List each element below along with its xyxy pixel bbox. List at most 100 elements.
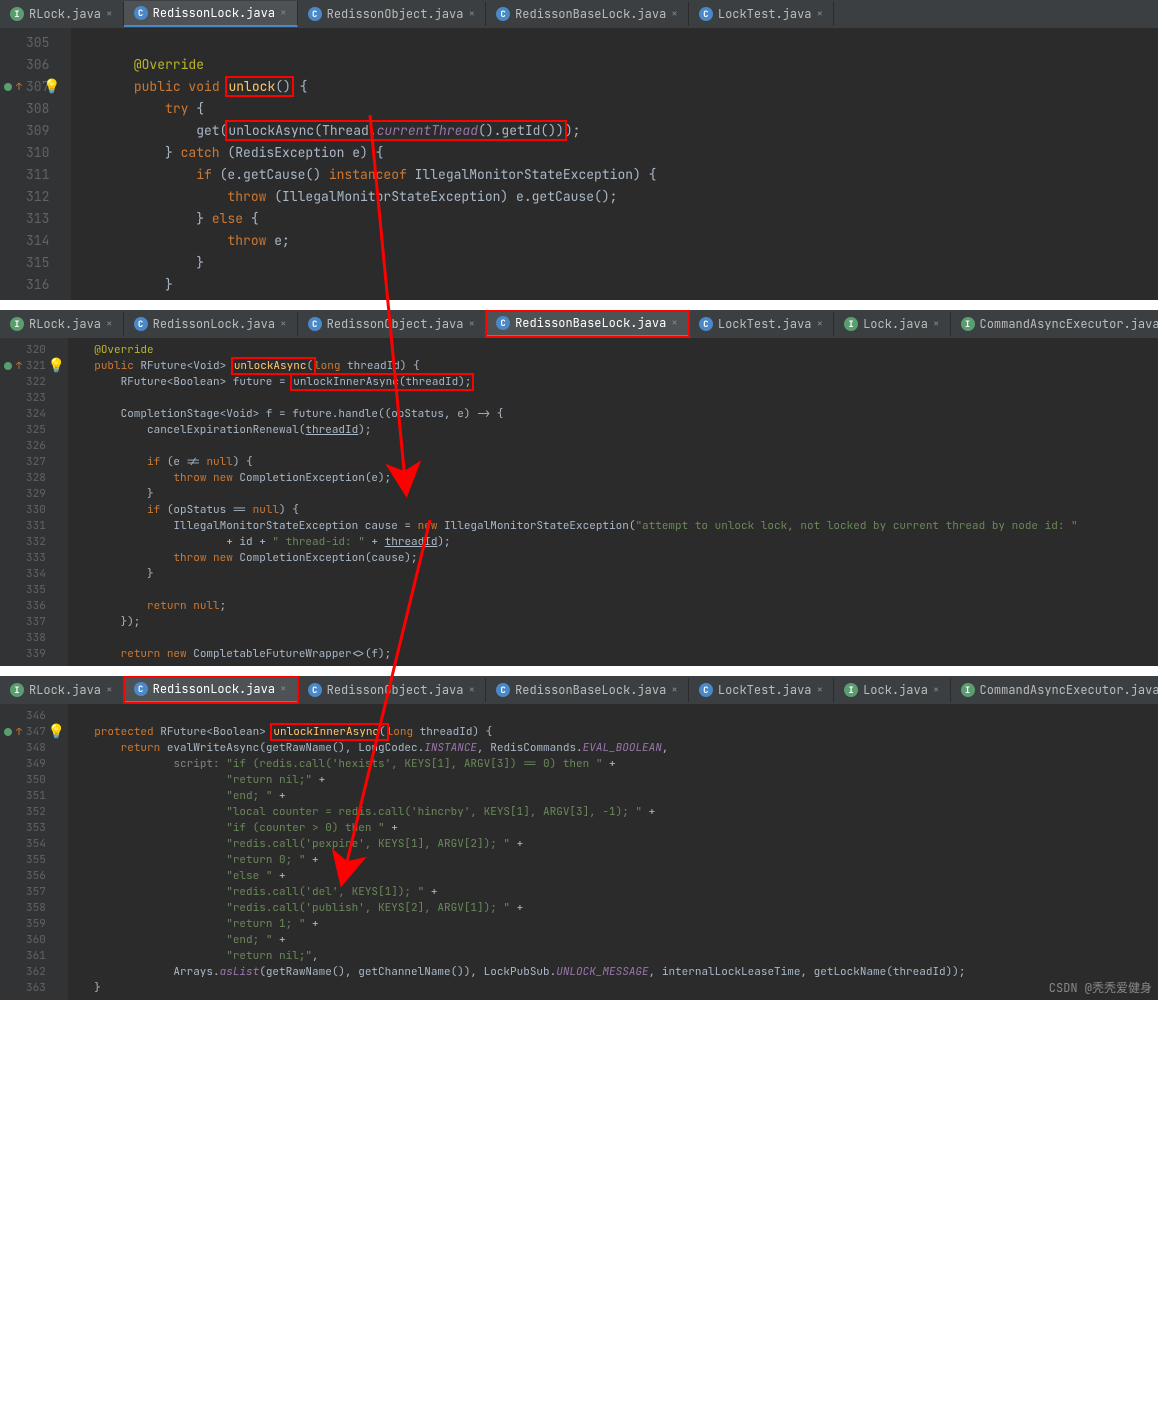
close-icon[interactable]: × bbox=[106, 683, 113, 697]
editor[interactable]: 305306↑307308309310311312313314315316 @O… bbox=[0, 28, 1158, 300]
code-line[interactable]: "return nil;", bbox=[68, 948, 1158, 964]
code-line[interactable]: "end; " + bbox=[68, 932, 1158, 948]
tab-redissonlock-java[interactable]: CRedissonLock.java× bbox=[124, 1, 298, 27]
close-icon[interactable]: × bbox=[933, 317, 940, 331]
code-line[interactable]: "return 0; " + bbox=[68, 852, 1158, 868]
code-area[interactable]: @Override💡 public void unlock() { try { … bbox=[71, 28, 1158, 300]
code-line[interactable]: } bbox=[68, 980, 1158, 996]
code-line[interactable]: "else " + bbox=[68, 868, 1158, 884]
code-line[interactable]: cancelExpirationRenewal(threadId); bbox=[68, 422, 1158, 438]
line-number: 360 bbox=[4, 932, 46, 948]
tab-redissonobject-java[interactable]: CRedissonObject.java× bbox=[298, 2, 486, 26]
code-line[interactable]: "local counter = redis.call('hincrby', K… bbox=[68, 804, 1158, 820]
tab-rlock-java[interactable]: IRLock.java× bbox=[0, 678, 124, 702]
tab-rlock-java[interactable]: IRLock.java× bbox=[0, 312, 124, 336]
code-line[interactable]: 💡 protected RFuture<Boolean> unlockInner… bbox=[68, 724, 1158, 740]
close-icon[interactable]: × bbox=[816, 683, 823, 697]
code-line[interactable]: } bbox=[71, 274, 1158, 296]
code-line[interactable] bbox=[68, 438, 1158, 454]
code-line[interactable]: Arrays.asList(getRawName(), getChannelNa… bbox=[68, 964, 1158, 980]
tab-label: LockTest.java bbox=[718, 6, 812, 22]
code-line[interactable]: } bbox=[71, 252, 1158, 274]
code-line[interactable]: "return 1; " + bbox=[68, 916, 1158, 932]
code-line[interactable]: if (e.getCause() instanceof IllegalMonit… bbox=[71, 164, 1158, 186]
code-line[interactable]: try { bbox=[71, 98, 1158, 120]
tab-redissonobject-java[interactable]: CRedissonObject.java× bbox=[298, 678, 486, 702]
tab-redissonlock-java[interactable]: CRedissonLock.java× bbox=[124, 312, 298, 336]
code-line[interactable]: "redis.call('pexpire', KEYS[1], ARGV[2])… bbox=[68, 836, 1158, 852]
close-icon[interactable]: × bbox=[280, 682, 287, 696]
code-line[interactable]: throw (IllegalMonitorStateException) e.g… bbox=[71, 186, 1158, 208]
tab-redissonbaselock-java[interactable]: CRedissonBaseLock.java× bbox=[486, 311, 689, 337]
code-line[interactable]: + id + " thread-id: " + threadId); bbox=[68, 534, 1158, 550]
tab-commandasyncexecutor-java[interactable]: ICommandAsyncExecutor.java× bbox=[951, 678, 1158, 702]
code-line[interactable]: @Override bbox=[71, 54, 1158, 76]
code-line[interactable]: } catch (RedisException e) { bbox=[71, 142, 1158, 164]
code-area[interactable]: @Override💡 public RFuture<Void> unlockAs… bbox=[68, 338, 1158, 666]
close-icon[interactable]: × bbox=[816, 317, 823, 331]
close-icon[interactable]: × bbox=[280, 317, 287, 331]
code-line[interactable]: } bbox=[68, 486, 1158, 502]
code-area[interactable]: 💡 protected RFuture<Boolean> unlockInner… bbox=[68, 704, 1158, 1000]
code-line[interactable]: get(unlockAsync(Thread.currentThread().g… bbox=[71, 120, 1158, 142]
close-icon[interactable]: × bbox=[468, 7, 475, 21]
code-line[interactable]: if (opStatus == null) { bbox=[68, 502, 1158, 518]
code-line[interactable]: "redis.call('publish', KEYS[2], ARGV[1])… bbox=[68, 900, 1158, 916]
code-line[interactable] bbox=[68, 708, 1158, 724]
code-line[interactable]: script: "if (redis.call('hexists', KEYS[… bbox=[68, 756, 1158, 772]
tab-redissonbaselock-java[interactable]: CRedissonBaseLock.java× bbox=[486, 2, 689, 26]
editor[interactable]: 320↑321322323324325326327328329330331332… bbox=[0, 338, 1158, 666]
code-line[interactable]: "return nil;" + bbox=[68, 772, 1158, 788]
code-line[interactable]: throw new CompletionException(e); bbox=[68, 470, 1158, 486]
tab-locktest-java[interactable]: CLockTest.java× bbox=[689, 678, 834, 702]
code-line[interactable]: throw new CompletionException(cause); bbox=[68, 550, 1158, 566]
tab-redissonlock-java[interactable]: CRedissonLock.java× bbox=[124, 677, 298, 703]
code-line[interactable]: CompletionStage<Void> f = future.handle(… bbox=[68, 406, 1158, 422]
tab-commandasyncexecutor-java[interactable]: ICommandAsyncExecutor.java× bbox=[951, 312, 1158, 336]
code-line[interactable] bbox=[68, 630, 1158, 646]
code-line[interactable]: return evalWriteAsync(getRawName(), Long… bbox=[68, 740, 1158, 756]
code-line[interactable]: throw e; bbox=[71, 230, 1158, 252]
tab-bar: IRLock.java×CRedissonLock.java×CRedisson… bbox=[0, 310, 1158, 338]
line-number: 355 bbox=[4, 852, 46, 868]
editor[interactable]: 346↑347348349350351352353354355356357358… bbox=[0, 704, 1158, 1000]
override-marker[interactable] bbox=[4, 362, 12, 370]
close-icon[interactable]: × bbox=[280, 6, 287, 20]
code-line[interactable]: "redis.call('del', KEYS[1]); " + bbox=[68, 884, 1158, 900]
code-line[interactable]: if (e != null) { bbox=[68, 454, 1158, 470]
tab-locktest-java[interactable]: CLockTest.java× bbox=[689, 312, 834, 336]
tab-lock-java[interactable]: ILock.java× bbox=[834, 312, 950, 336]
code-line[interactable]: RFuture<Boolean> future = unlockInnerAsy… bbox=[68, 374, 1158, 390]
code-line[interactable] bbox=[71, 32, 1158, 54]
tab-locktest-java[interactable]: CLockTest.java× bbox=[689, 2, 834, 26]
close-icon[interactable]: × bbox=[671, 683, 678, 697]
code-line[interactable] bbox=[68, 582, 1158, 598]
close-icon[interactable]: × bbox=[106, 317, 113, 331]
override-marker[interactable] bbox=[4, 728, 12, 736]
code-line[interactable]: "end; " + bbox=[68, 788, 1158, 804]
close-icon[interactable]: × bbox=[671, 7, 678, 21]
close-icon[interactable]: × bbox=[106, 7, 113, 21]
close-icon[interactable]: × bbox=[468, 317, 475, 331]
code-line[interactable]: 💡 public void unlock() { bbox=[71, 76, 1158, 98]
close-icon[interactable]: × bbox=[933, 683, 940, 697]
code-line[interactable]: return null; bbox=[68, 598, 1158, 614]
code-line[interactable]: } else { bbox=[71, 208, 1158, 230]
highlight-box: unlock() bbox=[227, 78, 291, 95]
code-line[interactable]: 💡 public RFuture<Void> unlockAsync(long … bbox=[68, 358, 1158, 374]
tab-redissonbaselock-java[interactable]: CRedissonBaseLock.java× bbox=[486, 678, 689, 702]
code-line[interactable]: } bbox=[68, 566, 1158, 582]
close-icon[interactable]: × bbox=[671, 316, 678, 330]
code-line[interactable]: }); bbox=[68, 614, 1158, 630]
tab-redissonobject-java[interactable]: CRedissonObject.java× bbox=[298, 312, 486, 336]
code-line[interactable]: IllegalMonitorStateException cause = new… bbox=[68, 518, 1158, 534]
tab-rlock-java[interactable]: IRLock.java× bbox=[0, 2, 124, 26]
tab-lock-java[interactable]: ILock.java× bbox=[834, 678, 950, 702]
close-icon[interactable]: × bbox=[468, 683, 475, 697]
code-line[interactable]: return new CompletableFutureWrapper<>(f)… bbox=[68, 646, 1158, 662]
override-marker[interactable] bbox=[4, 83, 12, 91]
code-line[interactable]: @Override bbox=[68, 342, 1158, 358]
close-icon[interactable]: × bbox=[816, 7, 823, 21]
code-line[interactable] bbox=[68, 390, 1158, 406]
code-line[interactable]: "if (counter > 0) then " + bbox=[68, 820, 1158, 836]
